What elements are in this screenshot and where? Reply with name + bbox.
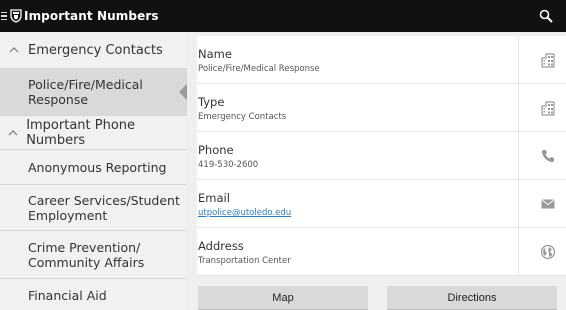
list-item-label: Career Services/Student Employment [28, 192, 180, 223]
contacts-list[interactable]: Emergency Contacts Police/Fire/Medical R… [0, 32, 187, 310]
detail-pane: Name Police/Fire/Medical Response Type E… [187, 32, 566, 310]
detail-row-type: Type Emergency Contacts [197, 84, 566, 132]
list-item-label: Anonymous Reporting [28, 159, 167, 175]
phone-number[interactable]: 419-530-2600 [198, 160, 258, 170]
detail-row-phone[interactable]: Phone 419-530-2600 [197, 132, 566, 180]
map-button[interactable]: Map [198, 286, 368, 310]
detail-row-address[interactable]: Address Transportation Center [197, 228, 566, 276]
row-label: Name [198, 47, 232, 61]
address-value: Transportation Center [198, 256, 291, 266]
email-link[interactable]: utpolice@utoledo.edu [198, 208, 291, 218]
email-icon[interactable] [540, 196, 556, 212]
row-label: Phone [198, 143, 234, 157]
selection-indicator [179, 84, 187, 100]
building-icon [541, 101, 555, 116]
phone-icon[interactable] [540, 148, 556, 164]
drawer-icon[interactable] [1, 0, 9, 32]
row-label: Address [198, 239, 244, 253]
list-item-crime-prevention[interactable]: Crime Prevention/ Community Affairs [0, 231, 187, 279]
row-value: Police/Fire/Medical Response [198, 64, 320, 74]
action-bar: Important Numbers [0, 0, 566, 32]
group-header-emergency[interactable]: Emergency Contacts [0, 32, 187, 69]
shield-logo-icon[interactable] [10, 9, 22, 23]
detail-card: Name Police/Fire/Medical Response Type E… [197, 36, 566, 276]
chevron-up-icon [0, 32, 28, 69]
group-header-label: Important Phone Numbers [26, 117, 136, 148]
search-icon[interactable] [538, 8, 554, 24]
list-item-label: Financial Aid [28, 288, 107, 303]
directions-button[interactable]: Directions [387, 286, 557, 310]
app-root: Important Numbers Emergency Contacts Pol… [0, 0, 566, 310]
chevron-up-icon [0, 116, 26, 150]
list-item-label: Crime Prevention/ Community Affairs [28, 239, 145, 270]
globe-icon[interactable] [540, 244, 556, 260]
group-header-label: Emergency Contacts [28, 42, 163, 58]
building-icon [541, 53, 555, 68]
list-item-label: Police/Fire/Medical Response [28, 77, 143, 107]
detail-row-name: Name Police/Fire/Medical Response [197, 36, 566, 84]
row-label: Email [198, 191, 230, 205]
list-item-financial-aid[interactable]: Financial Aid [0, 279, 187, 310]
detail-row-email[interactable]: Email utpolice@utoledo.edu [197, 180, 566, 228]
row-value: Emergency Contacts [198, 112, 287, 122]
app-title: Important Numbers [24, 9, 159, 23]
group-header-important-numbers[interactable]: Important Phone Numbers [0, 116, 187, 150]
list-item-career-services[interactable]: Career Services/Student Employment [0, 185, 187, 231]
list-item-anonymous-reporting[interactable]: Anonymous Reporting [0, 150, 187, 185]
row-label: Type [198, 95, 225, 109]
list-item-police-fire-medical[interactable]: Police/Fire/Medical Response [0, 69, 187, 116]
